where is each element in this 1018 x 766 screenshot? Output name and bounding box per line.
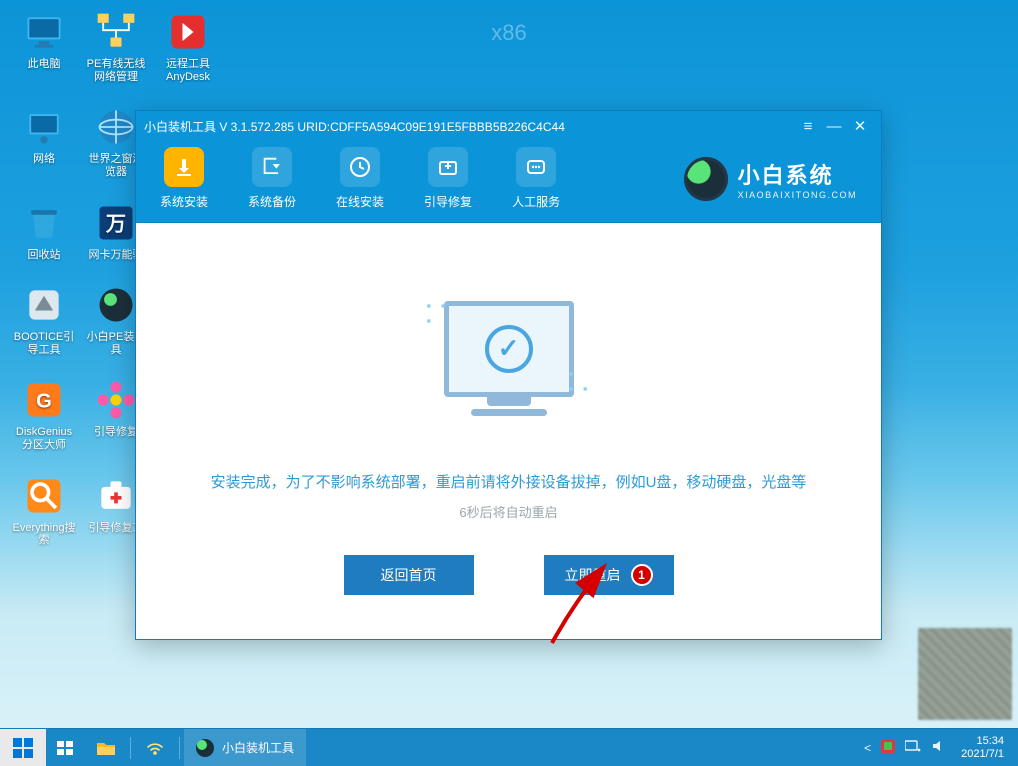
desktop-icon-label: 引导修复 xyxy=(94,426,138,439)
bootice-icon xyxy=(22,283,66,327)
success-illustration: ▪ ▪▪ ✓ ▪▪ ▪ xyxy=(409,273,609,443)
desktop-icon-label: 此电脑 xyxy=(28,58,61,71)
tray-network-icon[interactable] xyxy=(905,739,921,756)
back-home-button[interactable]: 返回首页 xyxy=(344,555,474,595)
annotation-badge: 1 xyxy=(631,564,653,586)
tab-label: 在线安装 xyxy=(336,193,384,210)
wifi-icon xyxy=(146,739,164,757)
wan-icon: 万 xyxy=(94,201,138,245)
taskbar-separator xyxy=(179,737,180,759)
install-icon xyxy=(164,147,204,187)
backup-icon xyxy=(252,147,292,187)
brand: 小白系统 XIAOBAIXITONG.COM xyxy=(684,157,857,201)
tab-bootfix[interactable]: 引导修复 xyxy=(424,147,472,210)
countdown-text: 6秒后将自动重启 xyxy=(459,502,557,521)
start-button[interactable] xyxy=(0,729,46,766)
bootfix-icon xyxy=(428,147,468,187)
obscured-region xyxy=(918,628,1012,720)
medkit-icon xyxy=(94,474,138,518)
tab-label: 人工服务 xyxy=(512,193,560,210)
browser-icon xyxy=(94,105,138,149)
brand-name: 小白系统 xyxy=(738,158,857,190)
windows-logo-icon xyxy=(13,738,33,758)
service-icon xyxy=(516,147,556,187)
taskbar-app-xiaobai[interactable]: 小白装机工具 xyxy=(184,729,306,766)
anydesk-icon xyxy=(166,10,210,54)
desktop-icon-label: BOOTICE引导工具 xyxy=(12,331,76,356)
desktop-icon-bootice[interactable]: BOOTICE引导工具 xyxy=(12,283,76,356)
tray-volume-icon[interactable] xyxy=(931,739,945,756)
task-view-icon xyxy=(57,741,75,755)
clock-date: 2021/7/1 xyxy=(961,748,1004,760)
flower-icon xyxy=(94,378,138,422)
svg-text:万: 万 xyxy=(105,213,126,235)
desktop-icon-dg[interactable]: G DiskGenius分区大师 xyxy=(12,378,76,451)
completion-message: 安装完成，为了不影响系统部署，重启前请将外接设备拔掉，例如U盘，移动硬盘，光盘等 xyxy=(211,471,807,492)
desktop-icon-bin[interactable]: 回收站 xyxy=(12,201,76,262)
restart-now-label: 立即重启 xyxy=(565,565,621,585)
dg-icon: G xyxy=(22,378,66,422)
tray-chevron-icon[interactable]: < xyxy=(864,741,871,755)
close-button[interactable]: ✕ xyxy=(847,117,873,135)
search-icon xyxy=(22,474,66,518)
taskbar-app-label: 小白装机工具 xyxy=(222,739,294,756)
tab-backup[interactable]: 系统备份 xyxy=(248,147,296,210)
task-view-button[interactable] xyxy=(46,729,86,766)
wifi-button[interactable] xyxy=(135,729,175,766)
xiaobai-icon xyxy=(94,283,138,327)
brand-url: XIAOBAIXITONG.COM xyxy=(738,190,857,200)
pc-icon xyxy=(22,10,66,54)
folder-icon xyxy=(96,740,116,756)
desktop-icon-label: PE有线无线网络管理 xyxy=(84,58,148,83)
system-tray: < 15:34 2021/7/1 xyxy=(856,729,1018,766)
desktop-icon-network[interactable]: 网络 xyxy=(12,105,76,178)
minimize-button[interactable]: — xyxy=(821,118,847,135)
restart-now-button[interactable]: 立即重启 1 xyxy=(544,555,674,595)
online-icon xyxy=(340,147,380,187)
toolbar: 系统安装 系统备份 在线安装 引导修复 人工服务 小白系统 XIAOBAIXITONG.… xyxy=(136,141,881,223)
svg-text:G: G xyxy=(36,391,52,413)
tab-label: 引导修复 xyxy=(424,193,472,210)
desktop-icon-label: 远程工具AnyDesk xyxy=(156,58,220,83)
tab-online[interactable]: 在线安装 xyxy=(336,147,384,210)
network-icon xyxy=(22,105,66,149)
content-pane: ▪ ▪▪ ✓ ▪▪ ▪ 安装完成，为了不影响系统部署，重启前请将外接设备拔掉，例… xyxy=(136,223,881,639)
window-title: 小白装机工具 V 3.1.572.285 URID:CDFF5A594C09E1… xyxy=(144,118,795,135)
net-icon xyxy=(94,10,138,54)
taskbar-clock[interactable]: 15:34 2021/7/1 xyxy=(955,735,1010,759)
desktop-icon-net[interactable]: PE有线无线网络管理 xyxy=(84,10,148,83)
tab-service[interactable]: 人工服务 xyxy=(512,147,560,210)
taskbar-separator xyxy=(130,737,131,759)
file-explorer-button[interactable] xyxy=(86,729,126,766)
window-titlebar: 小白装机工具 V 3.1.572.285 URID:CDFF5A594C09E1… xyxy=(136,111,881,141)
xiaobai-installer-window: 小白装机工具 V 3.1.572.285 URID:CDFF5A594C09E1… xyxy=(135,110,882,640)
xiaobai-icon xyxy=(196,739,214,757)
window-menu-button[interactable]: ≡ xyxy=(795,118,821,135)
desktop-icon-label: 回收站 xyxy=(28,249,61,262)
bin-icon xyxy=(22,201,66,245)
tab-install[interactable]: 系统安装 xyxy=(160,147,208,210)
desktop-icon-label: DiskGenius分区大师 xyxy=(12,426,76,451)
desktop-icon-pc[interactable]: 此电脑 xyxy=(12,10,76,83)
desktop-icon-label: Everything搜索 xyxy=(12,522,76,547)
desktop-icon-label: 网络 xyxy=(33,153,55,166)
tab-label: 系统备份 xyxy=(248,193,296,210)
brand-logo-icon xyxy=(684,157,728,201)
clock-time: 15:34 xyxy=(976,735,1004,747)
taskbar: 小白装机工具 < 15:34 2021/7/1 xyxy=(0,728,1018,766)
tray-security-icon[interactable] xyxy=(881,739,895,756)
desktop-icon-anydesk[interactable]: 远程工具AnyDesk xyxy=(156,10,220,83)
tab-label: 系统安装 xyxy=(160,193,208,210)
desktop-icon-search[interactable]: Everything搜索 xyxy=(12,474,76,547)
